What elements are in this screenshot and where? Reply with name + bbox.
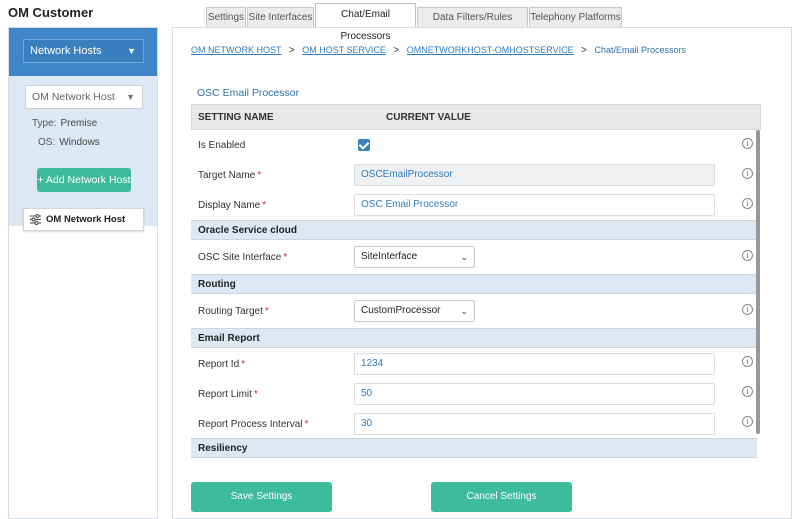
breadcrumb: OM NETWORK HOST > OM HOST SERVICE > OMNE… [191,45,686,56]
routing-target-value: CustomProcessor [361,305,441,316]
processor-title: OSC Email Processor [197,87,300,99]
report-interval-text: Report Process Interval [198,419,303,430]
row-display-name: Display Name * OSC Email Processor i [191,190,761,220]
info-icon[interactable]: i [742,356,753,367]
section-email-report: Email Report [191,328,757,348]
breadcrumb-separator: > [393,45,400,56]
host-select[interactable]: OM Network Host ▼ [25,85,143,109]
report-limit-text: Report Limit [198,389,252,400]
host-details-panel: OM Network Host ▼ Type: Premise OS: Window… [9,76,157,226]
display-name-field[interactable]: OSC Email Processor [354,194,715,216]
row-target-name: Target Name * OSCEmailProcessor i [191,160,761,190]
info-icon[interactable]: i [742,386,753,397]
app-title: OM Customer [8,5,94,20]
add-network-host-button[interactable]: + Add Network Host [37,168,131,192]
tab-telephony-platforms[interactable]: Telephony Platforms [529,7,622,27]
tab-data-filters-rules-engine[interactable]: Data Filters/Rules Engine [417,7,528,42]
tab-chat-email-processors[interactable]: Chat/Email Processors [315,3,416,42]
display-name-label: Display Name * [198,200,266,211]
save-settings-button[interactable]: Save Settings [191,482,332,512]
left-panel: Network Hosts ▼ OM Network Host ▼ Type: P… [8,27,158,519]
grid-scrollbar[interactable] [756,130,760,434]
network-hosts-select[interactable]: Network Hosts ▼ [23,39,144,63]
col-setting-name: SETTING NAME [198,112,274,123]
required-mark: * [262,200,267,211]
section-routing: Routing [191,274,757,294]
required-mark: * [257,170,262,181]
required-mark: * [283,252,288,263]
host-os: OS: Windows [38,137,100,148]
host-os-label: OS: [38,137,56,148]
target-name-text: Target Name [198,170,256,181]
host-type-label: Type: [32,118,57,129]
required-mark: * [253,389,258,400]
required-mark: * [304,419,309,430]
display-name-text: Display Name [198,200,261,211]
osc-site-interface-text: OSC Site Interface [198,252,282,263]
breadcrumb-separator: > [288,45,295,56]
row-is-enabled: Is Enabled i [191,130,761,160]
host-select-label: OM Network Host [32,91,115,103]
info-icon[interactable]: i [742,198,753,209]
settings-grid: SETTING NAME CURRENT VALUE Is Enabled i … [191,104,761,458]
report-id-text: Report Id [198,359,240,370]
report-limit-label: Report Limit * [198,389,258,400]
required-mark: * [241,359,246,370]
is-enabled-checkbox[interactable] [358,139,370,151]
host-card-label: OM Network Host [46,214,126,225]
row-report-limit: Report Limit * 50 i [191,378,761,408]
target-name-field[interactable]: OSCEmailProcessor [354,164,715,186]
tab-site-interfaces[interactable]: Site Interfaces [247,7,314,27]
osc-site-interface-label: OSC Site Interface * [198,252,287,263]
row-report-id: Report Id * 1234 i [191,348,761,378]
section-oracle-service-cloud: Oracle Service cloud [191,220,757,240]
target-name-label: Target Name * [198,170,261,181]
info-icon[interactable]: i [742,416,753,427]
host-os-value: Windows [59,137,100,148]
report-interval-field[interactable]: 30 [354,413,715,435]
chevron-down-icon: ⌄ [460,306,468,316]
main-content: OM NETWORK HOST > OM HOST SERVICE > OMNE… [172,27,792,519]
host-type: Type: Premise [32,118,97,129]
row-report-process-interval: Report Process Interval * 30 i [191,408,761,438]
breadcrumb-current: Chat/Email Processors [594,45,687,55]
cancel-settings-button[interactable]: Cancel Settings [431,482,572,512]
chevron-down-icon: ▼ [126,92,135,102]
report-limit-field[interactable]: 50 [354,383,715,405]
report-id-label: Report Id * [198,359,245,370]
breadcrumb-omnetworkhost-omhostservice[interactable]: OMNETWORKHOST-OMHOSTSERVICE [407,45,574,55]
report-id-field[interactable]: 1234 [354,353,715,375]
required-mark: * [264,306,269,317]
osc-site-interface-value: SiteInterface [361,251,418,262]
report-interval-label: Report Process Interval * [198,419,308,430]
row-osc-site-interface: OSC Site Interface * SiteInterface ⌄ i [191,240,761,274]
col-current-value: CURRENT VALUE [386,112,471,123]
tab-settings[interactable]: Settings [206,7,246,27]
chevron-down-icon: ▼ [127,46,136,56]
section-resiliency: Resiliency [191,438,757,458]
host-type-value: Premise [60,118,98,129]
grid-header: SETTING NAME CURRENT VALUE [191,104,761,130]
osc-site-interface-select[interactable]: SiteInterface ⌄ [354,246,475,268]
row-routing-target: Routing Target * CustomProcessor ⌄ i [191,294,761,328]
info-icon[interactable]: i [742,138,753,149]
host-card-om-network-host[interactable]: OM Network Host [23,208,144,231]
breadcrumb-om-network-host[interactable]: OM NETWORK HOST [191,45,281,55]
is-enabled-label: Is Enabled [198,140,246,151]
routing-target-label: Routing Target * [198,306,269,317]
info-icon[interactable]: i [742,304,753,315]
left-panel-header: Network Hosts ▼ [9,28,157,76]
network-hosts-select-label: Network Hosts [30,45,102,57]
info-icon[interactable]: i [742,168,753,179]
sliders-icon [30,214,41,225]
chevron-down-icon: ⌄ [460,252,468,262]
breadcrumb-separator: > [581,45,587,56]
info-icon[interactable]: i [742,250,753,261]
routing-target-text: Routing Target [198,306,263,317]
routing-target-select[interactable]: CustomProcessor ⌄ [354,300,475,322]
